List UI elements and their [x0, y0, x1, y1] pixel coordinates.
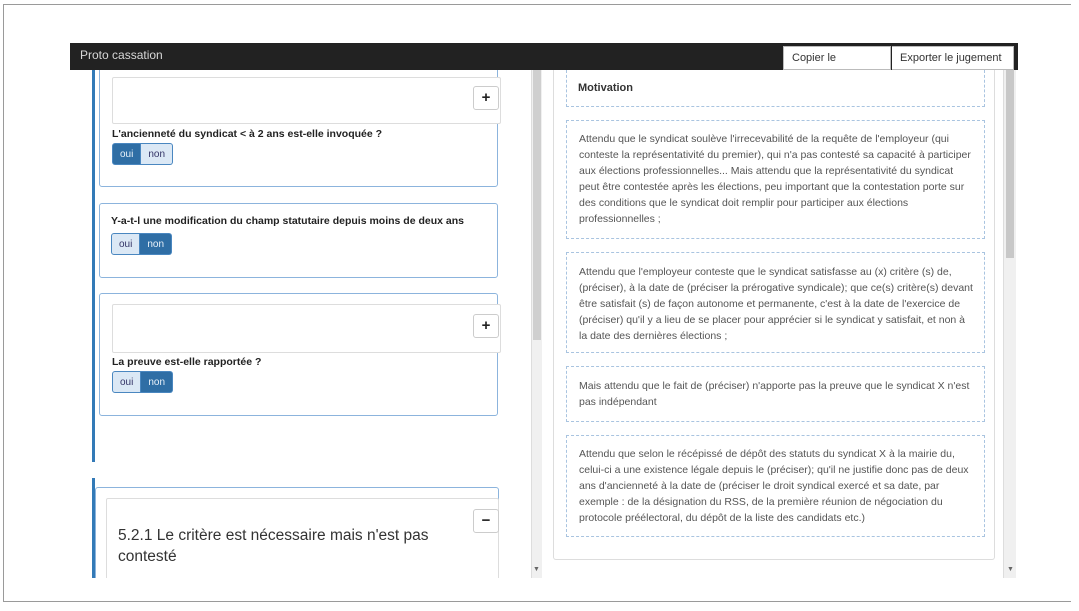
app-title: Proto cassation — [80, 48, 163, 62]
scroll-down-arrow-icon[interactable]: ▼ — [1007, 566, 1014, 573]
motivation-paragraph-box: Attendu que le syndicat soulève l'irrece… — [566, 120, 985, 239]
question-panel-preuve: + La preuve est-elle rapportée ? oui non — [99, 293, 501, 416]
oui-button[interactable]: oui — [112, 143, 142, 165]
tree-line — [92, 70, 95, 462]
question-label: L'ancienneté du syndicat < à 2 ans est-e… — [112, 128, 383, 140]
question-panel-anciennete: + L'ancienneté du syndicat < à 2 ans est… — [99, 70, 501, 187]
scroll-down-arrow-icon[interactable]: ▼ — [533, 566, 540, 573]
oui-button[interactable]: oui — [111, 233, 141, 255]
question-label: La preuve est-elle rapportée ? — [112, 356, 262, 368]
questionnaire-pane: + L'ancienneté du syndicat < à 2 ans est… — [92, 70, 530, 578]
non-button[interactable]: non — [140, 233, 173, 255]
motivation-paragraph-box: Attendu que l'employeur conteste que le … — [566, 252, 985, 353]
scrollbar-thumb[interactable] — [1006, 70, 1014, 258]
motivation-heading: Motivation — [578, 82, 633, 94]
export-judgment-button[interactable]: Exporter le jugement — [892, 46, 1014, 70]
scrollbar-thumb[interactable] — [533, 70, 541, 340]
notes-box: + — [112, 77, 501, 124]
oui-button[interactable]: oui — [112, 371, 142, 393]
section-title: 5.2.1 Le critère est nécessaire mais n'e… — [118, 527, 429, 565]
motivation-paragraph[interactable]: Attendu que l'employeur conteste que le … — [579, 264, 974, 344]
non-button[interactable]: non — [141, 143, 174, 165]
question-panel-statutaire: Y-a-t-l une modification du champ statut… — [99, 203, 498, 278]
motivation-paragraph[interactable]: Mais attendu que le fait de (préciser) n… — [579, 378, 974, 410]
motivation-header-box: Motivation — [566, 70, 985, 107]
non-button[interactable]: non — [141, 371, 174, 393]
collapse-minus-icon[interactable]: − — [473, 509, 499, 533]
section-panel: − 5.2.1 Le critère est nécessaire mais n… — [95, 487, 499, 578]
motivation-pane: Motivation Attendu que le syndicat soulè… — [553, 70, 995, 560]
copy-judgment-button[interactable]: Copier le jugement — [783, 46, 891, 86]
question-label: Y-a-t-l une modification du champ statut… — [111, 215, 464, 227]
left-scrollbar[interactable]: ▼ — [531, 70, 542, 578]
section-box: − 5.2.1 Le critère est nécessaire mais n… — [106, 498, 499, 578]
expand-plus-icon[interactable]: + — [473, 314, 499, 338]
notes-box: + — [112, 304, 501, 353]
motivation-paragraph-box: Mais attendu que le fait de (préciser) n… — [566, 366, 985, 422]
yes-no-toggle: oui non — [112, 143, 174, 165]
top-navbar: Proto cassation Copier le jugement Expor… — [70, 43, 1018, 86]
motivation-paragraph-box: Attendu que selon le récépissé de dépôt … — [566, 435, 985, 537]
yes-no-toggle: oui non — [111, 233, 173, 255]
expand-plus-icon[interactable]: + — [473, 86, 499, 110]
motivation-paragraph[interactable]: Attendu que selon le récépissé de dépôt … — [579, 446, 974, 526]
motivation-paragraph[interactable]: Attendu que le syndicat soulève l'irrece… — [579, 131, 974, 227]
yes-no-toggle: oui non — [112, 371, 174, 393]
right-scrollbar[interactable]: ▼ — [1003, 70, 1016, 578]
